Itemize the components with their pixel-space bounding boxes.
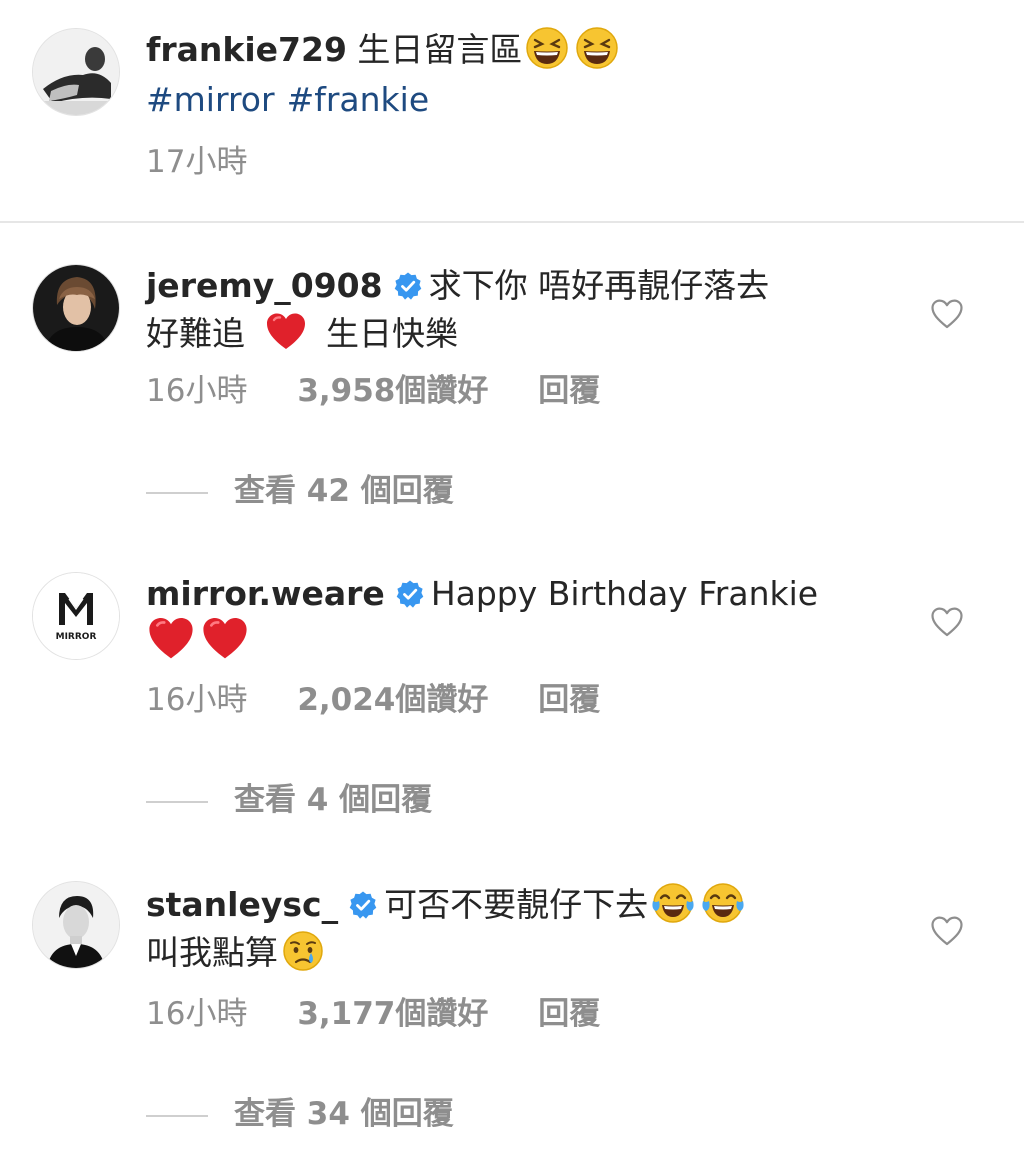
avatar-photo (33, 29, 119, 115)
hashtag-link[interactable]: #mirror (146, 80, 275, 119)
post-caption: frankie729 生日留言區 (146, 26, 622, 72)
comment-line (146, 614, 250, 666)
view-replies-button[interactable]: 查看 34 個回覆 (146, 1094, 454, 1134)
comment-text: 求下你 唔好再靚仔落去 (428, 266, 770, 305)
comment-meta: 16小時 3,958個讚好 回覆 (146, 371, 600, 411)
post-username[interactable]: frankie729 (146, 30, 347, 69)
comment-likes[interactable]: 3,958個讚好 (297, 373, 488, 409)
red-heart-emoji (149, 617, 193, 659)
comment-time: 16小時 (146, 682, 248, 718)
comment-text: 可否不要靚仔下去 (384, 885, 649, 924)
replies-divider-line (146, 491, 208, 494)
grinning-squinting-face-emoji (576, 27, 619, 69)
comment-meta: 16小時 3,177個讚好 回覆 (146, 994, 600, 1034)
comment-time: 16小時 (146, 996, 248, 1032)
red-heart-emoji (203, 617, 247, 659)
comment-line: mirror.weare Happy Birthday Frankie (146, 572, 818, 616)
comment-likes[interactable]: 2,024個讚好 (297, 682, 488, 718)
view-replies-label: 查看 34 個回覆 (234, 1096, 454, 1132)
avatar-photo (33, 265, 119, 351)
mirror-logo-icon: MIRROR (33, 573, 119, 659)
svg-text:MIRROR: MIRROR (56, 632, 97, 642)
avatar-jeremy_0908[interactable] (32, 264, 120, 352)
comment-time: 16小時 (146, 373, 248, 409)
divider (0, 221, 1024, 223)
comment-meta: 16小時 2,024個讚好 回覆 (146, 680, 600, 720)
comment-line: stanleysc_ 可否不要靚仔下去 (146, 881, 748, 927)
comment-likes[interactable]: 3,177個讚好 (297, 996, 488, 1032)
like-heart-icon[interactable] (930, 606, 964, 638)
replies-divider-line (146, 1114, 208, 1117)
comment-line: 叫我點算 (146, 929, 328, 975)
hashtag-link[interactable]: #frankie (287, 80, 430, 119)
comment-text: Happy Birthday Frankie (430, 574, 819, 613)
comment-text: 好難追 (146, 314, 245, 353)
comment-text: 叫我點算 (146, 933, 278, 972)
view-replies-label: 查看 4 個回覆 (234, 782, 433, 818)
reply-button[interactable]: 回覆 (538, 373, 600, 409)
verified-badge-icon (396, 580, 424, 608)
post-time: 17小時 (146, 144, 248, 180)
comment-username[interactable]: mirror.weare (146, 574, 385, 613)
comment-username[interactable]: jeremy_0908 (146, 266, 383, 305)
like-heart-icon[interactable] (930, 915, 964, 947)
comment-line: jeremy_0908 求下你 唔好再靚仔落去 (146, 264, 769, 308)
comment-line: 好難追 生日快樂 (146, 310, 458, 356)
avatar-photo (33, 882, 119, 968)
verified-badge-icon (349, 891, 377, 919)
tears-of-joy-emoji (702, 883, 744, 923)
post-hashtags: #mirror #frankie (146, 78, 429, 122)
red-heart-emoji (266, 313, 305, 349)
replies-divider-line (146, 800, 208, 803)
view-replies-label: 查看 42 個回覆 (234, 473, 454, 509)
crying-face-emoji (283, 931, 323, 971)
avatar-stanleysc_[interactable] (32, 881, 120, 969)
view-replies-button[interactable]: 查看 4 個回覆 (146, 780, 432, 820)
view-replies-button[interactable]: 查看 42 個回覆 (146, 471, 454, 511)
comment-username[interactable]: stanleysc_ (146, 885, 338, 924)
reply-button[interactable]: 回覆 (538, 682, 600, 718)
avatar-mirror.weare[interactable]: MIRROR (32, 572, 120, 660)
post-caption-text: 生日留言區 (357, 30, 523, 69)
verified-badge-icon (394, 272, 421, 300)
tears-of-joy-emoji (652, 883, 694, 923)
avatar-frankie729[interactable] (32, 28, 120, 116)
reply-button[interactable]: 回覆 (538, 996, 600, 1032)
comment-text: 生日快樂 (326, 314, 458, 353)
like-heart-icon[interactable] (930, 298, 964, 330)
grinning-squinting-face-emoji (526, 27, 569, 69)
